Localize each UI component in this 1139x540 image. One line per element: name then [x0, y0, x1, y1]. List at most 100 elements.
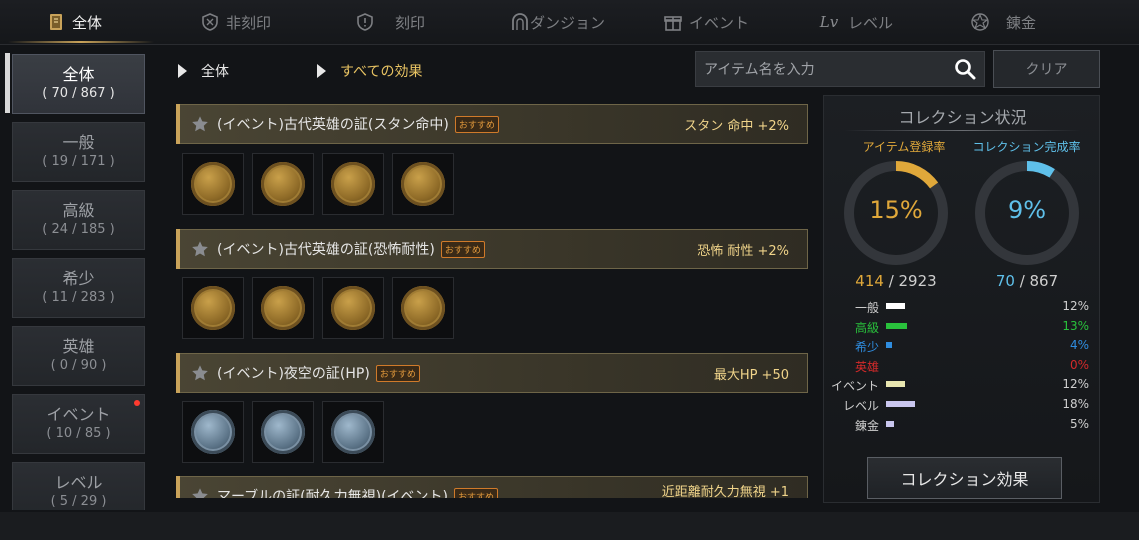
gold-coin-icon	[191, 162, 235, 206]
sidebar-item-label: レベル	[54, 473, 103, 492]
panel-title: コレクション状況	[898, 108, 1027, 127]
recommended-badge: おすすめ	[375, 364, 420, 382]
item-slot[interactable]	[252, 277, 314, 339]
triangle-right-icon	[178, 64, 187, 78]
collection-row-header[interactable]: (イベント)古代英雄の証(スタン命中) おすすめ スタン 命中 +2%	[176, 104, 808, 144]
search-icon[interactable]	[954, 58, 976, 80]
item-slot[interactable]	[322, 401, 384, 463]
tab-label: 非刻印	[226, 13, 272, 32]
item-slot[interactable]	[252, 401, 314, 463]
sidebar: 全体 ( 70 / 867 ) 一般 ( 19 / 171 ) 高級 ( 24 …	[0, 50, 160, 510]
shield-mark-icon	[355, 12, 375, 32]
search-box	[695, 51, 985, 88]
sidebar-item-rare[interactable]: 希少 ( 11 / 283 )	[12, 258, 145, 318]
tab-all[interactable]: 全体	[46, 0, 102, 44]
collection-effect: 最大HP +50	[713, 367, 789, 383]
grade-stat-bar	[886, 322, 907, 329]
sidebar-item-event[interactable]: イベント ( 10 / 85 )	[12, 394, 145, 454]
gold-coin-icon	[261, 286, 305, 330]
breadcrumb-category-label: 全体	[201, 64, 229, 80]
sidebar-item-label: イベント	[46, 405, 111, 424]
recommended-badge: おすすめ	[454, 487, 499, 498]
collection-effect: 近距離耐久力無視 +1	[661, 485, 789, 498]
grade-stat-bar	[886, 342, 893, 349]
sidebar-item-count: ( 24 / 185 )	[42, 222, 115, 237]
gold-coin-icon	[261, 162, 305, 206]
tab-dungeon[interactable]: ダンジョン	[510, 0, 605, 44]
collection-completion-percent: 9%	[1007, 196, 1047, 224]
blue-coin-icon	[331, 410, 375, 454]
clear-button[interactable]: クリア	[993, 50, 1100, 88]
tab-label: イベント	[689, 13, 750, 32]
item-slot[interactable]	[322, 153, 384, 215]
collection-title: (イベント)古代英雄の証(恐怖耐性)	[217, 242, 435, 258]
grade-stat-bar	[886, 420, 894, 427]
sidebar-item-level[interactable]: レベル ( 5 / 29 )	[12, 462, 145, 510]
grade-stat-row: イベント 12%	[824, 374, 1101, 394]
blue-coin-icon	[191, 410, 235, 454]
tab-non-engraved[interactable]: 非刻印	[200, 0, 271, 44]
sidebar-item-count: ( 5 / 29 )	[50, 494, 107, 509]
grade-stat-label: レベル	[842, 399, 879, 413]
grade-stat-row: 希少 4%	[824, 335, 1101, 355]
sidebar-item-hero[interactable]: 英雄 ( 0 / 90 )	[12, 326, 145, 386]
grade-stat-percent: 0%	[1069, 357, 1089, 372]
grade-stat-row: 錬金 5%	[824, 414, 1101, 434]
gold-coin-icon	[331, 162, 375, 206]
collection-list: (イベント)古代英雄の証(スタン命中) おすすめ スタン 命中 +2% (イベン…	[168, 94, 816, 498]
star-icon[interactable]	[191, 364, 209, 382]
item-slot[interactable]	[182, 277, 244, 339]
sidebar-item-all[interactable]: 全体 ( 70 / 867 )	[12, 54, 145, 114]
sidebar-item-count: ( 11 / 283 )	[42, 290, 115, 305]
collection-row-header[interactable]: (イベント)夜空の証(HP) おすすめ 最大HP +50	[176, 353, 808, 393]
collection-effect-button[interactable]: コレクション効果	[867, 457, 1062, 499]
divider	[844, 130, 1081, 131]
grade-stat-row: 高級 13%	[824, 316, 1101, 336]
search-input[interactable]	[696, 52, 956, 88]
sidebar-item-count: ( 0 / 90 )	[50, 358, 107, 373]
star-icon[interactable]	[191, 240, 209, 258]
notification-dot	[134, 400, 140, 406]
grade-stat-row: レベル 18%	[824, 394, 1101, 414]
grade-stat-percent: 4%	[1069, 338, 1089, 353]
gift-icon	[663, 12, 683, 32]
grade-stat-percent: 5%	[1069, 416, 1089, 431]
tab-engraved[interactable]: 刻印	[355, 0, 425, 44]
sidebar-item-advanced[interactable]: 高級 ( 24 / 185 )	[12, 190, 145, 250]
sidebar-item-count: ( 10 / 85 )	[46, 426, 111, 441]
item-slot[interactable]	[322, 277, 384, 339]
item-registration-label: アイテム登録率	[862, 140, 946, 154]
breadcrumb-effect-filter[interactable]: すべての効果	[317, 58, 422, 84]
star-icon[interactable]	[191, 115, 209, 133]
total-count: 2923	[898, 272, 937, 290]
item-registration-count: 414 / 2923	[855, 272, 937, 290]
item-slot[interactable]	[392, 277, 454, 339]
sidebar-item-count: ( 70 / 867 )	[42, 86, 115, 101]
tab-event[interactable]: イベント	[663, 0, 749, 44]
star-icon[interactable]	[191, 487, 209, 498]
collection-completion-count: 70 / 867	[995, 272, 1059, 290]
collection-row-header[interactable]: (イベント)古代英雄の証(恐怖耐性) おすすめ 恐怖 耐性 +2%	[176, 229, 808, 269]
collection-title: (イベント)夜空の証(HP)	[217, 366, 370, 382]
sidebar-item-label: 高級	[62, 201, 95, 220]
grade-stat-row: 一般 12%	[824, 296, 1101, 316]
sidebar-item-common[interactable]: 一般 ( 19 / 171 )	[12, 122, 145, 182]
grade-stat-label: 一般	[854, 301, 879, 315]
item-slot[interactable]	[182, 153, 244, 215]
breadcrumb-category[interactable]: 全体	[178, 58, 229, 84]
tab-alchemy[interactable]: 錬金	[970, 0, 1036, 44]
item-slot[interactable]	[252, 153, 314, 215]
item-slot[interactable]	[182, 401, 244, 463]
total-count: 867	[1029, 272, 1059, 290]
sidebar-item-label: 英雄	[62, 337, 95, 356]
recommended-badge: おすすめ	[454, 115, 499, 133]
collection-row-header[interactable]: マーブルの証(耐久力無視)(イベント) おすすめ 近距離耐久力無視 +1	[176, 476, 808, 498]
tab-label: レベル	[848, 13, 894, 32]
tab-level[interactable]: Lv レベル	[816, 0, 893, 44]
item-slot[interactable]	[392, 153, 454, 215]
tab-label: 錬金	[1006, 13, 1037, 32]
alchemy-icon	[970, 12, 990, 32]
owned-count: 70	[995, 272, 1015, 290]
collection-title: (イベント)古代英雄の証(スタン命中)	[217, 117, 449, 133]
grade-stat-row: 英雄 0%	[824, 355, 1101, 375]
